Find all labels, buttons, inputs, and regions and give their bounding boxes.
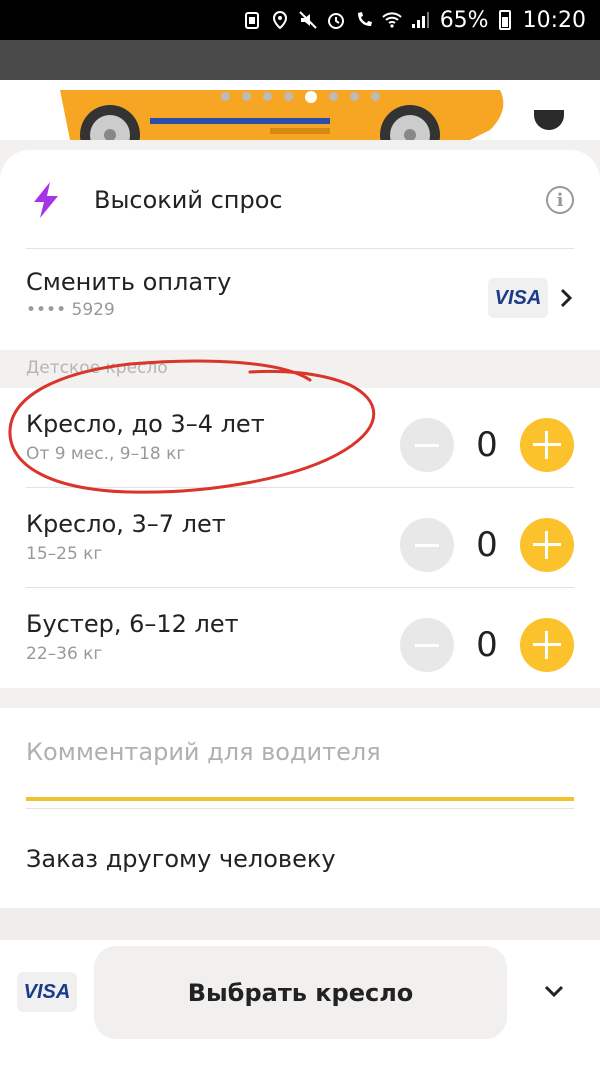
- alarm-icon: [327, 13, 344, 29]
- location-icon: [272, 10, 287, 30]
- minus-button[interactable]: [400, 518, 454, 572]
- wifi-icon: [381, 12, 402, 28]
- status-icons: [242, 10, 430, 30]
- plus-button[interactable]: [520, 418, 574, 472]
- mute-icon: [298, 11, 317, 29]
- clock: 10:20: [522, 7, 586, 33]
- plus-button[interactable]: [520, 518, 574, 572]
- minus-button[interactable]: [400, 618, 454, 672]
- divider: [26, 487, 574, 488]
- battery-percent: 65%: [439, 7, 489, 33]
- minus-button[interactable]: [400, 418, 454, 472]
- change-payment-row[interactable]: Сменить оплату •••• 5929 VISA: [26, 268, 574, 332]
- seat-quantity-stepper: 0: [400, 418, 574, 472]
- seat-quantity-stepper: 0: [400, 618, 574, 672]
- high-demand-title: Высокий спрос: [94, 186, 283, 214]
- carousel-dot: [304, 91, 317, 103]
- divider: [26, 248, 574, 249]
- carousel-dot: [262, 92, 272, 101]
- car-image: [60, 90, 504, 140]
- carousel-dot: [370, 92, 380, 101]
- chevron-right-icon: [560, 288, 573, 308]
- info-icon[interactable]: i: [546, 186, 574, 214]
- status-bar: 65% 10:20: [0, 0, 600, 40]
- plus-button[interactable]: [520, 618, 574, 672]
- seat-item: Кресло, 3–7 лет 15–25 кг 0: [26, 510, 574, 590]
- lightning-icon: [34, 182, 58, 218]
- seat-count: 0: [476, 525, 498, 565]
- carousel-dot: [220, 92, 230, 101]
- signal-icon: [411, 12, 429, 28]
- seat-item: Кресло, до 3–4 лет От 9 мес., 9–18 кг 0: [26, 410, 574, 490]
- order-for-other-row[interactable]: Заказ другому человеку: [26, 845, 336, 873]
- carousel-dot: [349, 92, 359, 101]
- carousel-dots: [0, 91, 600, 103]
- driver-comment-input[interactable]: Комментарий для водителя: [26, 738, 574, 766]
- seat-quantity-stepper: 0: [400, 518, 574, 572]
- carousel-dot: [328, 92, 338, 101]
- carousel-dot: [283, 92, 293, 101]
- chevron-down-icon[interactable]: [543, 984, 565, 1000]
- high-demand-row[interactable]: Высокий спрос i: [26, 172, 574, 228]
- carousel-dot: [241, 92, 251, 101]
- payment-method-button[interactable]: VISA: [17, 972, 77, 1012]
- visa-card-icon: VISA: [488, 278, 548, 318]
- seat-count: 0: [476, 625, 498, 665]
- section-band: [0, 688, 600, 708]
- notification-icon: [244, 12, 259, 29]
- divider: [26, 808, 574, 809]
- seat-count: 0: [476, 425, 498, 465]
- section-band: [0, 908, 600, 940]
- comment-underline: [26, 797, 574, 801]
- divider: [26, 587, 574, 588]
- seat-item: Бустер, 6–12 лет 22–36 кг 0: [26, 610, 574, 690]
- car-carousel[interactable]: [0, 40, 600, 140]
- child-seat-section-label: Детское кресло: [26, 358, 168, 378]
- wifi-call-icon: [357, 12, 372, 26]
- battery-icon: [498, 10, 511, 30]
- select-seat-button[interactable]: Выбрать кресло: [94, 946, 507, 1039]
